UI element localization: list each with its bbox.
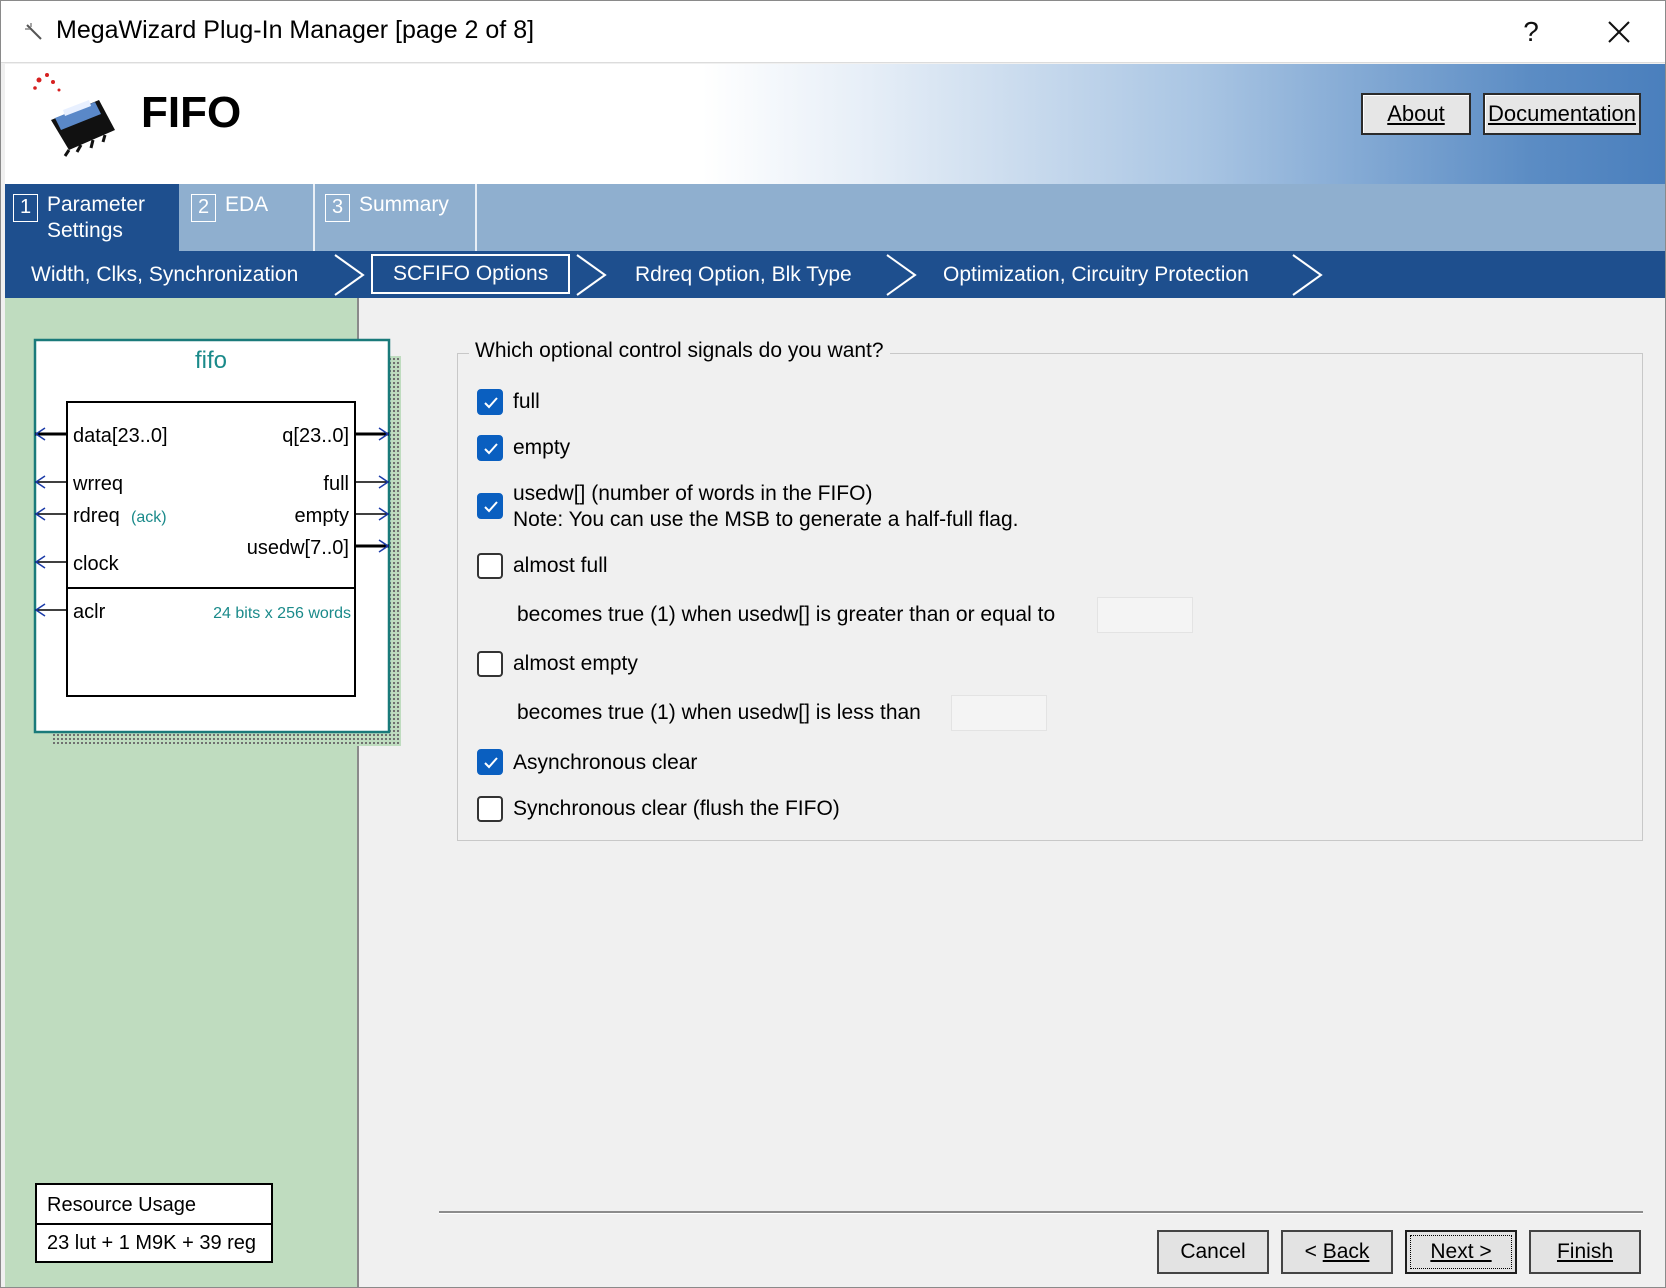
pin-full: full	[323, 473, 349, 495]
chevron-right-icon	[886, 254, 917, 296]
step-number: 2	[191, 194, 216, 222]
step-tabs: 1 Parameter Settings 2 EDA 3 Summary	[5, 184, 1665, 251]
back-button-label: Back	[1322, 1240, 1370, 1263]
checkmark-icon	[484, 757, 498, 769]
almost-empty-checkbox[interactable]	[477, 651, 503, 677]
almost-empty-label[interactable]: almost empty	[513, 651, 638, 677]
window-title: MegaWizard Plug-In Manager [page 2 of 8]	[56, 16, 535, 44]
close-icon	[1608, 21, 1630, 43]
crumb-scfifo-options[interactable]: SCFIFO Options	[371, 254, 571, 294]
pin-rdreq-ack: (ack)	[131, 509, 167, 526]
back-button-prefix: <	[1304, 1240, 1323, 1263]
help-button[interactable]: ?	[1501, 9, 1561, 55]
chevron-right-icon	[576, 254, 607, 296]
tab-parameter-settings[interactable]: 1 Parameter Settings	[5, 184, 179, 251]
step-number: 3	[325, 194, 350, 222]
usedw-note: Note: You can use the MSB to generate a …	[513, 508, 1019, 531]
step-label-line2: Settings	[47, 219, 123, 242]
crumb-rdreq-option[interactable]: Rdreq Option, Blk Type	[635, 251, 852, 298]
crumb-width-clks[interactable]: Width, Clks, Synchronization	[31, 251, 298, 298]
step-label-line1: Parameter	[47, 193, 146, 216]
step-label: EDA	[225, 193, 269, 216]
fifo-block-symbol: fifo data[23..0] wrreq rdreq (ack) clock…	[33, 338, 401, 746]
chevron-right-icon	[334, 254, 365, 296]
about-button[interactable]: About	[1361, 93, 1471, 135]
checkmark-icon	[484, 397, 498, 409]
finish-button[interactable]: Finish	[1529, 1230, 1641, 1274]
symbol-panel: fifo data[23..0] wrreq rdreq (ack) clock…	[5, 298, 401, 1287]
megafunction-logo-icon	[33, 73, 115, 157]
documentation-button-label: Documentation	[1488, 101, 1636, 126]
empty-label[interactable]: empty	[513, 435, 570, 461]
symbol-name: fifo	[195, 347, 227, 374]
pin-empty: empty	[295, 505, 349, 527]
async-clear-checkbox[interactable]	[477, 749, 503, 775]
pin-aclr: aclr	[73, 601, 106, 623]
pin-rdreq: rdreq	[73, 505, 120, 527]
full-checkbox[interactable]	[477, 389, 503, 415]
next-button[interactable]: Next >	[1405, 1230, 1517, 1274]
pin-wrreq: wrreq	[72, 473, 123, 495]
sync-clear-checkbox[interactable]	[477, 796, 503, 822]
about-button-label: About	[1387, 101, 1445, 126]
wizard-window: MegaWizard Plug-In Manager [page 2 of 8]…	[0, 0, 1666, 1288]
tab-eda[interactable]: 2 EDA	[183, 184, 315, 251]
resource-usage-title: Resource Usage	[37, 1185, 271, 1225]
pin-clock: clock	[73, 553, 120, 575]
almost-empty-threshold-input[interactable]	[951, 695, 1047, 731]
resource-usage-box: Resource Usage 23 lut + 1 M9K + 39 reg	[35, 1183, 273, 1263]
symbol-size-note: 24 bits x 256 words	[213, 605, 351, 622]
chevron-right-icon	[1292, 254, 1323, 296]
pin-data: data[23..0]	[73, 425, 168, 447]
almost-full-checkbox[interactable]	[477, 553, 503, 579]
megafunction-title: FIFO	[141, 88, 242, 137]
almost-full-threshold-input[interactable]	[1097, 597, 1193, 633]
empty-checkbox[interactable]	[477, 435, 503, 461]
checkmark-icon	[484, 501, 498, 513]
usedw-checkbox[interactable]	[477, 493, 503, 519]
documentation-button[interactable]: Documentation	[1483, 93, 1641, 135]
focus-ring	[1410, 1235, 1512, 1269]
resource-usage-value: 23 lut + 1 M9K + 39 reg	[47, 1232, 257, 1254]
close-button[interactable]	[1587, 9, 1651, 55]
async-clear-label[interactable]: Asynchronous clear	[513, 750, 697, 776]
crumb-optimization[interactable]: Optimization, Circuitry Protection	[943, 251, 1249, 298]
almost-empty-threshold-label: becomes true (1) when usedw[] is less th…	[517, 701, 921, 724]
full-label[interactable]: full	[513, 389, 540, 415]
pin-q: q[23..0]	[282, 425, 349, 447]
finish-button-label: Finish	[1556, 1240, 1614, 1263]
sync-clear-label[interactable]: Synchronous clear (flush the FIFO)	[513, 796, 840, 822]
button-divider	[439, 1211, 1643, 1214]
tab-summary[interactable]: 3 Summary	[317, 184, 477, 251]
almost-full-threshold-label: becomes true (1) when usedw[] is greater…	[517, 603, 1056, 626]
step-label: Parameter Settings	[47, 192, 145, 244]
step-label: Summary	[359, 193, 449, 216]
step-number: 1	[13, 194, 38, 222]
wizard-banner: FIFO About Documentation	[5, 64, 1665, 184]
control-signals-question: Which optional control signals do you wa…	[469, 339, 890, 363]
almost-full-label[interactable]: almost full	[513, 553, 608, 579]
usedw-label[interactable]: usedw[] (number of words in the FIFO)	[513, 481, 872, 507]
title-bar: MegaWizard Plug-In Manager [page 2 of 8]…	[1, 1, 1665, 63]
checkmark-icon	[484, 443, 498, 455]
pin-usedw: usedw[7..0]	[247, 537, 349, 559]
back-button[interactable]: < Back	[1281, 1230, 1393, 1274]
wand-icon	[25, 23, 42, 40]
cancel-button[interactable]: Cancel	[1157, 1230, 1269, 1274]
page-breadcrumb: Width, Clks, Synchronization SCFIFO Opti…	[5, 251, 1665, 298]
